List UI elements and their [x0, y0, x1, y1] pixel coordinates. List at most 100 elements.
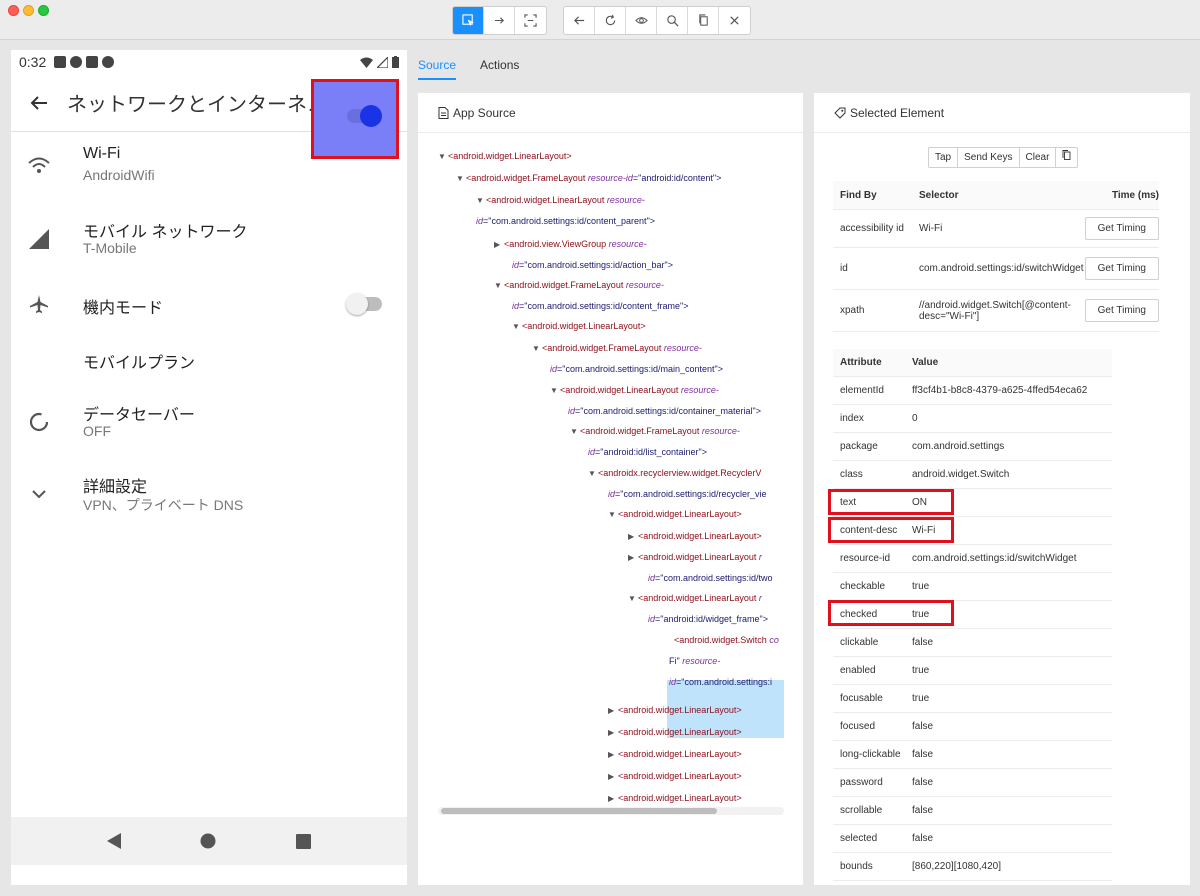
- tree-node[interactable]: ▼ <android.widget.LinearLayout resource-: [550, 380, 719, 401]
- tree-node[interactable]: ▶ <android.widget.LinearLayout>: [608, 766, 742, 787]
- caret-down-icon[interactable]: ▼: [456, 168, 466, 189]
- header-selector: Selector: [919, 189, 959, 201]
- get-timing-button[interactable]: Get Timing: [1084, 217, 1159, 240]
- caret-down-icon[interactable]: ▼: [550, 380, 560, 401]
- caret-right-icon[interactable]: ▶: [608, 766, 618, 787]
- tag-icon: [834, 107, 846, 119]
- caret-down-icon[interactable]: ▼: [494, 275, 504, 296]
- pref-data-saver[interactable]: データセーバー OFF: [11, 390, 407, 454]
- swipe-button[interactable]: [484, 7, 515, 34]
- copy-attributes-button[interactable]: [1056, 148, 1077, 167]
- tree-node[interactable]: <android.widget.Switch co: [664, 630, 779, 651]
- tree-attr: resource-: [625, 280, 664, 290]
- search-elements-button[interactable]: [657, 7, 688, 34]
- nav-back-icon[interactable]: [106, 833, 121, 849]
- caret-down-icon[interactable]: ▼: [628, 588, 638, 609]
- tree-node[interactable]: ▼ <android.widget.LinearLayout r: [628, 588, 762, 609]
- selector-value[interactable]: //android.widget.Switch[@content-desc="W…: [913, 300, 1079, 322]
- find-by-strategy: xpath: [840, 305, 865, 316]
- zoom-window-button[interactable]: [38, 5, 49, 16]
- caret-right-icon[interactable]: ▶: [608, 744, 618, 765]
- selected-element-highlight[interactable]: [311, 79, 399, 159]
- tab-source[interactable]: Source: [418, 50, 457, 80]
- tap-coordinates-button[interactable]: [515, 7, 546, 34]
- attribute-name: resource-id: [840, 553, 891, 564]
- tree-node[interactable]: ▼ <android.widget.LinearLayout>: [512, 316, 646, 337]
- refresh-button[interactable]: [595, 7, 626, 34]
- wifi-switch[interactable]: [347, 105, 382, 127]
- tree-node[interactable]: ▼ <android.widget.FrameLayout resource-: [494, 275, 664, 296]
- tree-attr-value: ="android:id/list_container">: [595, 447, 707, 457]
- caret-down-icon[interactable]: ▼: [570, 421, 580, 442]
- back-button[interactable]: [564, 7, 595, 34]
- source-tree[interactable]: ▼ <android.widget.LinearLayout> ▼ <android.…: [418, 141, 784, 803]
- tree-node[interactable]: ▼ <android.widget.FrameLayout resource-: [532, 338, 702, 359]
- attribute-name: clickable: [840, 637, 879, 648]
- tree-tag: <android.widget.LinearLayout>: [448, 151, 572, 161]
- get-timing-button[interactable]: Get Timing: [1084, 257, 1159, 280]
- caret-right-icon[interactable]: ▶: [608, 788, 618, 803]
- caret-right-icon[interactable]: ▶: [608, 722, 618, 743]
- toggle-attributes-button[interactable]: [626, 7, 657, 34]
- table-header: Find By Selector Time (ms): [833, 181, 1159, 210]
- clear-button[interactable]: Clear: [1020, 148, 1057, 167]
- send-keys-button[interactable]: Send Keys: [958, 148, 1020, 167]
- selector-value[interactable]: com.android.settings:id/switchWidget: [913, 263, 1084, 274]
- highlight-text-attr: [828, 489, 954, 515]
- table-header: Attribute Value: [833, 349, 1112, 377]
- tab-actions[interactable]: Actions: [480, 50, 519, 80]
- pref-mobile-network[interactable]: モバイル ネットワーク T-Mobile: [11, 207, 407, 271]
- tree-attr-value: ="com.android.settings:id/recycler_vie: [615, 489, 767, 499]
- tree-tag: <android.widget.LinearLayout>: [618, 727, 742, 737]
- tree-node[interactable]: ▶ <android.widget.LinearLayout>: [628, 526, 762, 547]
- select-element-button[interactable]: [453, 7, 484, 34]
- copy-xml-button[interactable]: [688, 7, 719, 34]
- tree-attr: id: [568, 406, 576, 416]
- tap-button[interactable]: Tap: [929, 148, 959, 167]
- caret-down-icon[interactable]: ▼: [512, 316, 522, 337]
- tree-node[interactable]: ▶ <android.widget.LinearLayout>: [608, 722, 742, 743]
- get-timing-button[interactable]: Get Timing: [1084, 299, 1159, 322]
- android-status-bar: 0:32: [11, 50, 407, 74]
- tree-node-continuation: id="com.android.settings:id/container_ma…: [568, 401, 761, 422]
- caret-down-icon[interactable]: ▼: [532, 338, 542, 359]
- tree-attr: id: [512, 301, 520, 311]
- tree-horizontal-scrollbar[interactable]: [438, 807, 784, 815]
- nav-home-icon[interactable]: [200, 833, 216, 849]
- pref-summary: AndroidWifi: [83, 167, 155, 183]
- tree-node[interactable]: ▶ <android.widget.LinearLayout>: [608, 700, 742, 721]
- back-arrow-icon[interactable]: [11, 95, 67, 111]
- tree-node[interactable]: ▶ <android.widget.LinearLayout r: [628, 547, 762, 568]
- tree-node[interactable]: ▼ <android.widget.LinearLayout>: [438, 146, 572, 167]
- caret-down-icon[interactable]: ▼: [438, 146, 448, 167]
- tree-attr: resource-: [701, 426, 740, 436]
- selector-value[interactable]: Wi-Fi: [913, 223, 1079, 234]
- tree-node[interactable]: ▶ <android.widget.LinearLayout>: [608, 788, 742, 803]
- caret-down-icon[interactable]: ▼: [588, 463, 598, 484]
- airplane-mode-switch[interactable]: [346, 293, 382, 315]
- device-screenshot[interactable]: 0:32 ネットワークとインターネ… Wi-Fi AndroidWifi モバイ…: [11, 50, 407, 885]
- tree-node[interactable]: ▼ <android.widget.LinearLayout>: [608, 504, 742, 525]
- nav-recents-icon[interactable]: [296, 833, 312, 849]
- table-row: checkable true: [833, 573, 1112, 601]
- tree-node[interactable]: ▼ <androidx.recyclerview.widget.RecyclerV: [588, 463, 761, 484]
- tree-node[interactable]: ▼ <android.widget.FrameLayout resource-: [570, 421, 740, 442]
- pref-mobile-plan[interactable]: モバイルプラン: [11, 327, 407, 391]
- status-time: 0:32: [19, 54, 47, 70]
- pref-advanced[interactable]: 詳細設定 VPN、プライベート DNS: [11, 462, 407, 526]
- caret-right-icon[interactable]: ▶: [628, 526, 638, 547]
- caret-down-icon[interactable]: ▼: [608, 504, 618, 525]
- quit-session-button[interactable]: [719, 7, 750, 34]
- caret-down-icon[interactable]: ▼: [476, 190, 486, 211]
- tree-node[interactable]: ▶ <android.widget.LinearLayout>: [608, 744, 742, 765]
- attribute-value: true: [912, 581, 930, 592]
- tree-node[interactable]: ▼ <android.widget.FrameLayout resource-id…: [456, 168, 721, 189]
- caret-right-icon[interactable]: ▶: [494, 234, 504, 255]
- caret-right-icon[interactable]: ▶: [628, 547, 638, 568]
- tree-node[interactable]: ▶ <android.view.ViewGroup resource-: [494, 234, 647, 255]
- caret-right-icon[interactable]: ▶: [608, 700, 618, 721]
- tree-node[interactable]: ▼ <android.widget.LinearLayout resource-: [476, 190, 645, 211]
- close-window-button[interactable]: [8, 5, 19, 16]
- scrollbar-thumb[interactable]: [441, 808, 717, 814]
- minimize-window-button[interactable]: [23, 5, 34, 16]
